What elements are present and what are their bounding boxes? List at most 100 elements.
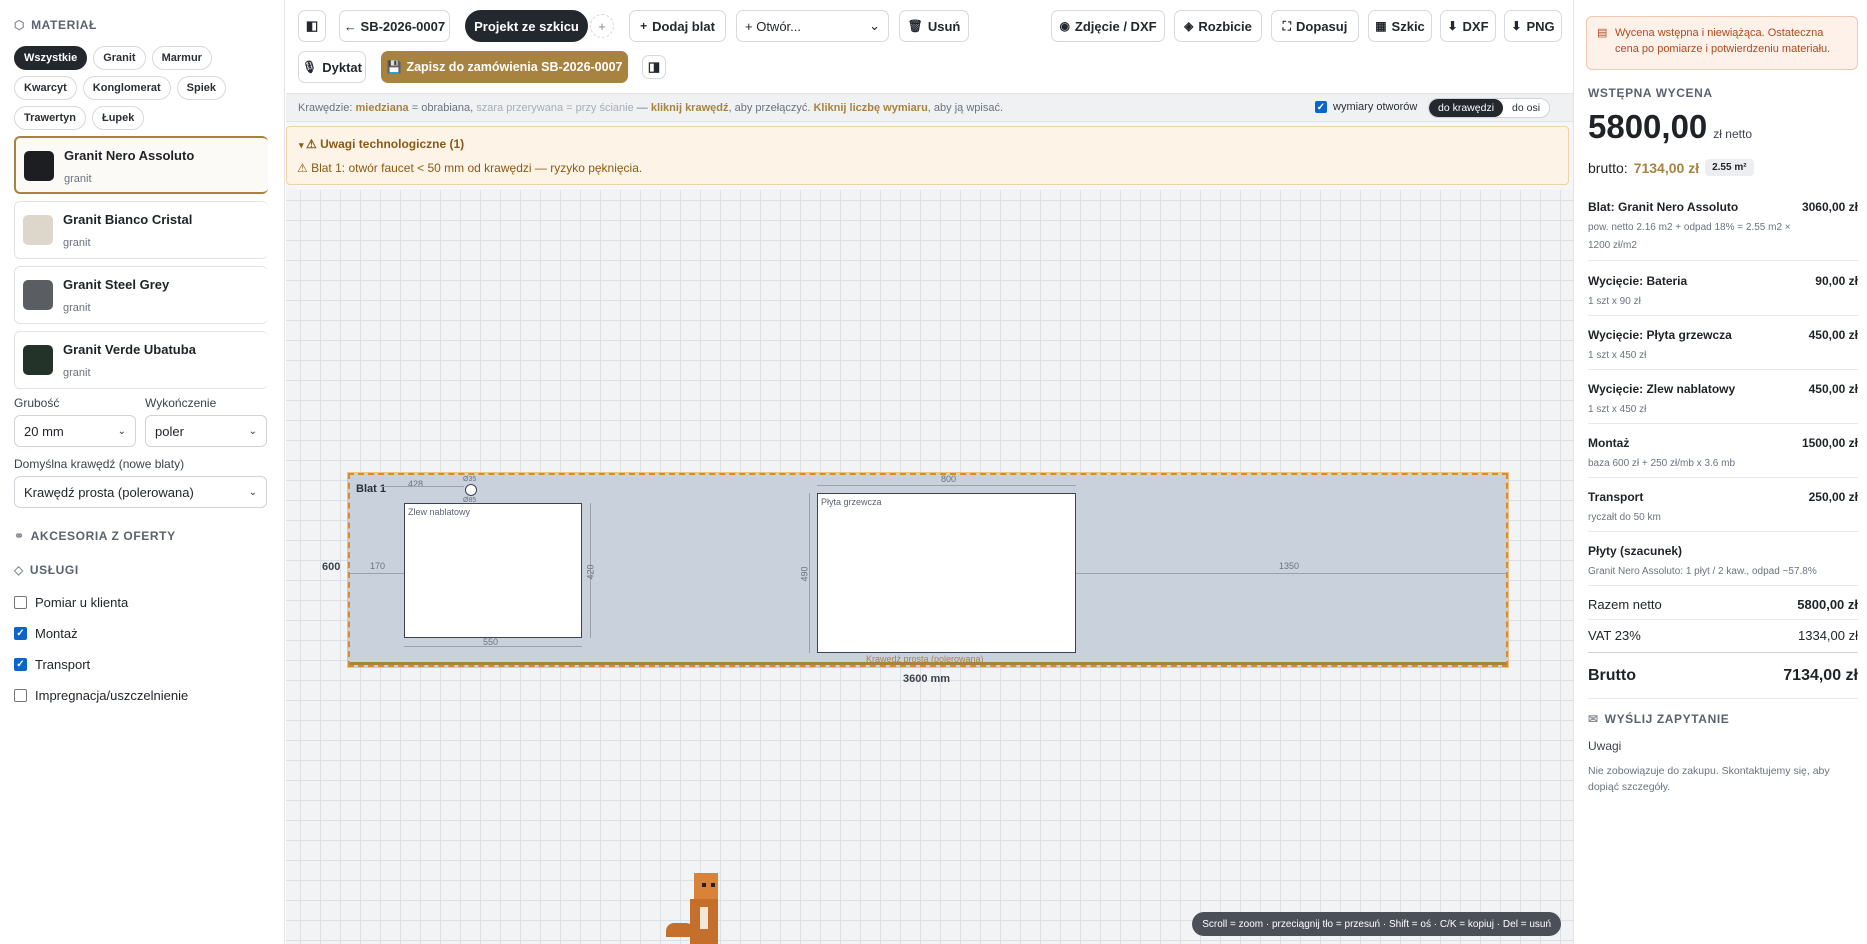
- edge-hint-text: Krawędzie: miedziana = obrabiana, szara …: [298, 102, 1003, 114]
- sketch-button[interactable]: ▦ Szkic: [1368, 10, 1432, 42]
- material-swatch: [24, 151, 54, 181]
- countertop-blat-1[interactable]: Blat 1 428 Ø35 Ø85 Zlew nablatowy 170 42…: [347, 472, 1509, 668]
- sketch-icon: ▦: [1375, 19, 1387, 33]
- fit-button[interactable]: ⛶ Dopasuj: [1271, 10, 1359, 42]
- area-badge: 2.55 m²: [1705, 159, 1754, 176]
- faucet-diameter-top[interactable]: Ø35: [463, 476, 476, 483]
- material-name: Granit Steel Grey: [63, 277, 170, 292]
- material-filter-chips: Wszystkie Granit Marmur Kwarcyt Konglome…: [14, 46, 274, 130]
- add-top-button[interactable]: + Dodaj blat: [629, 10, 726, 42]
- chip-sinter[interactable]: Spiek: [176, 76, 226, 100]
- trash-icon: 🗑: [907, 19, 923, 33]
- services-heading: ◇ USŁUGI: [14, 563, 79, 577]
- accessories-heading[interactable]: ⚭ AKCESORIA Z OFERTY: [14, 529, 176, 543]
- hob-height-dim[interactable]: 490: [800, 566, 810, 581]
- download-icon: ⬇: [1511, 19, 1522, 33]
- quote-heading: WSTĘPNA WYCENA: [1588, 86, 1713, 100]
- save-icon: 💾: [386, 60, 402, 74]
- mode-to-axis[interactable]: do osi: [1503, 99, 1549, 117]
- chip-travertine[interactable]: Trawertyn: [14, 106, 86, 130]
- toggle-left-panel-button[interactable]: ◧: [298, 10, 326, 42]
- hob-right-dim[interactable]: 1350: [1279, 561, 1299, 571]
- material-type: granit: [64, 173, 92, 185]
- microphone-icon: 🎙: [302, 60, 318, 74]
- default-edge-label: Domyślna krawędź (nowe blaty): [14, 457, 185, 471]
- chip-quartzite[interactable]: Kwarcyt: [14, 76, 77, 100]
- sink-width-dim[interactable]: 550: [483, 637, 498, 647]
- checkbox[interactable]: ✓: [1315, 101, 1327, 113]
- sink-left-dim[interactable]: 170: [370, 561, 385, 571]
- checkbox[interactable]: [14, 596, 27, 609]
- material-name: Granit Verde Ubatuba: [63, 342, 196, 357]
- material-name: Granit Bianco Cristal: [63, 212, 193, 227]
- default-edge-select[interactable]: Krawędź prosta (polerowana) ⌄: [14, 476, 267, 508]
- quote-gross: brutto: 7134,00 zł 2.55 m²: [1588, 159, 1754, 176]
- mail-icon: ✉: [1588, 712, 1599, 726]
- checkbox[interactable]: ✓: [14, 658, 27, 671]
- chevron-down-icon: ⌄: [869, 18, 880, 33]
- countertop-name: Blat 1: [356, 483, 386, 495]
- tech-warning-item: ⚠ Blat 1: otwór faucet < 50 mm od krawęd…: [297, 161, 643, 175]
- tech-warnings-toggle[interactable]: ▾ ⚠ Uwagi technologiczne (1): [299, 137, 464, 151]
- sidebar-icon: ◨: [647, 59, 661, 74]
- edge-type-label[interactable]: Krawędź prosta (polerowana): [866, 654, 984, 664]
- faucet-hole[interactable]: [465, 484, 477, 496]
- chevron-down-icon: ⌄: [248, 486, 257, 498]
- toolbar: ◧ ← SB-2026-0007 Projekt ze szkicu + + Do…: [286, 0, 1573, 94]
- add-tab-button[interactable]: +: [590, 14, 614, 38]
- quote-panel: ▤ Wycena wstępna i niewiążąca. Ostateczn…: [1573, 0, 1867, 944]
- add-hole-select[interactable]: + Otwór... ⌄: [736, 10, 889, 42]
- checkbox[interactable]: [14, 689, 27, 702]
- chip-all[interactable]: Wszystkie: [14, 46, 88, 70]
- material-item[interactable]: Granit Verde Ubatuba granit: [14, 331, 268, 389]
- checkbox[interactable]: ✓: [14, 627, 27, 640]
- service-measurement[interactable]: Pomiar u klienta: [14, 595, 128, 610]
- save-to-order-button[interactable]: 💾 Zapisz do zamówienia SB-2026-0007: [381, 51, 628, 83]
- dim-line: [350, 573, 404, 574]
- receipt-icon: ▤: [1597, 27, 1608, 39]
- hole-dimensions-toggle[interactable]: ✓ wymiary otworów: [1315, 101, 1417, 113]
- material-item[interactable]: Granit Steel Grey granit: [14, 266, 268, 324]
- service-installation[interactable]: ✓ Montaż: [14, 626, 78, 641]
- send-inquiry-heading: ✉ WYŚLIJ ZAPYTANIE: [1588, 712, 1730, 726]
- fullscreen-icon: ⛶: [1282, 18, 1292, 33]
- finish-select[interactable]: poler ⌄: [145, 415, 267, 447]
- delete-button[interactable]: 🗑 Usuń: [899, 10, 969, 42]
- camera-icon: ◉: [1059, 19, 1070, 33]
- dictate-button[interactable]: 🎙 Dyktat: [298, 51, 366, 83]
- material-swatch: [23, 215, 53, 245]
- tab-project-sketch[interactable]: Projekt ze szkicu: [465, 10, 588, 42]
- length-dim[interactable]: 3600 mm: [903, 673, 950, 685]
- faucet-x-dim[interactable]: 428: [408, 479, 423, 489]
- cat-mascot: [666, 873, 726, 944]
- hob-width-dim[interactable]: 800: [941, 474, 956, 484]
- link-icon: ⚭: [14, 529, 25, 543]
- export-dxf-button[interactable]: ⬇ DXF: [1440, 10, 1496, 42]
- sink-cutout[interactable]: Zlew nablatowy: [404, 503, 582, 638]
- service-impregnation[interactable]: Impregnacja/uszczelnienie: [14, 688, 188, 703]
- explode-button[interactable]: ◈ Rozbicie: [1174, 10, 1262, 42]
- export-png-button[interactable]: ⬇ PNG: [1504, 10, 1562, 42]
- mode-to-edge[interactable]: do krawędzi: [1429, 99, 1504, 117]
- plus-icon: +: [640, 19, 648, 33]
- photo-dxf-button[interactable]: ◉ Zdjęcie / DXF: [1051, 10, 1165, 42]
- layers-icon: ◈: [1184, 19, 1194, 33]
- hob-cutout[interactable]: Płyta grzewcza: [817, 493, 1076, 653]
- material-item[interactable]: Granit Bianco Cristal granit: [14, 201, 268, 259]
- download-icon: ⬇: [1447, 19, 1458, 33]
- chip-marble[interactable]: Marmur: [151, 46, 212, 70]
- material-item[interactable]: Granit Nero Assoluto granit: [14, 136, 268, 194]
- chip-conglomerate[interactable]: Konglomerat: [82, 76, 171, 100]
- depth-dim[interactable]: 600: [322, 561, 340, 573]
- sidebar-icon: ◧: [305, 18, 319, 33]
- drawing-canvas[interactable]: Blat 1 428 Ø35 Ø85 Zlew nablatowy 170 42…: [286, 190, 1573, 944]
- edge-hint-bar: Krawędzie: miedziana = obrabiana, szara …: [286, 94, 1573, 122]
- thickness-select[interactable]: 20 mm ⌄: [14, 415, 136, 447]
- chip-slate[interactable]: Łupek: [91, 106, 145, 130]
- service-transport[interactable]: ✓ Transport: [14, 657, 90, 672]
- sink-height-dim[interactable]: 420: [586, 564, 596, 579]
- material-sidebar: ⬡ MATERIAŁ Wszystkie Granit Marmur Kwarc…: [0, 0, 285, 944]
- chip-granite[interactable]: Granit: [93, 46, 146, 70]
- toggle-right-panel-button[interactable]: ◨: [642, 55, 666, 79]
- back-to-order-button[interactable]: ← SB-2026-0007: [339, 10, 450, 42]
